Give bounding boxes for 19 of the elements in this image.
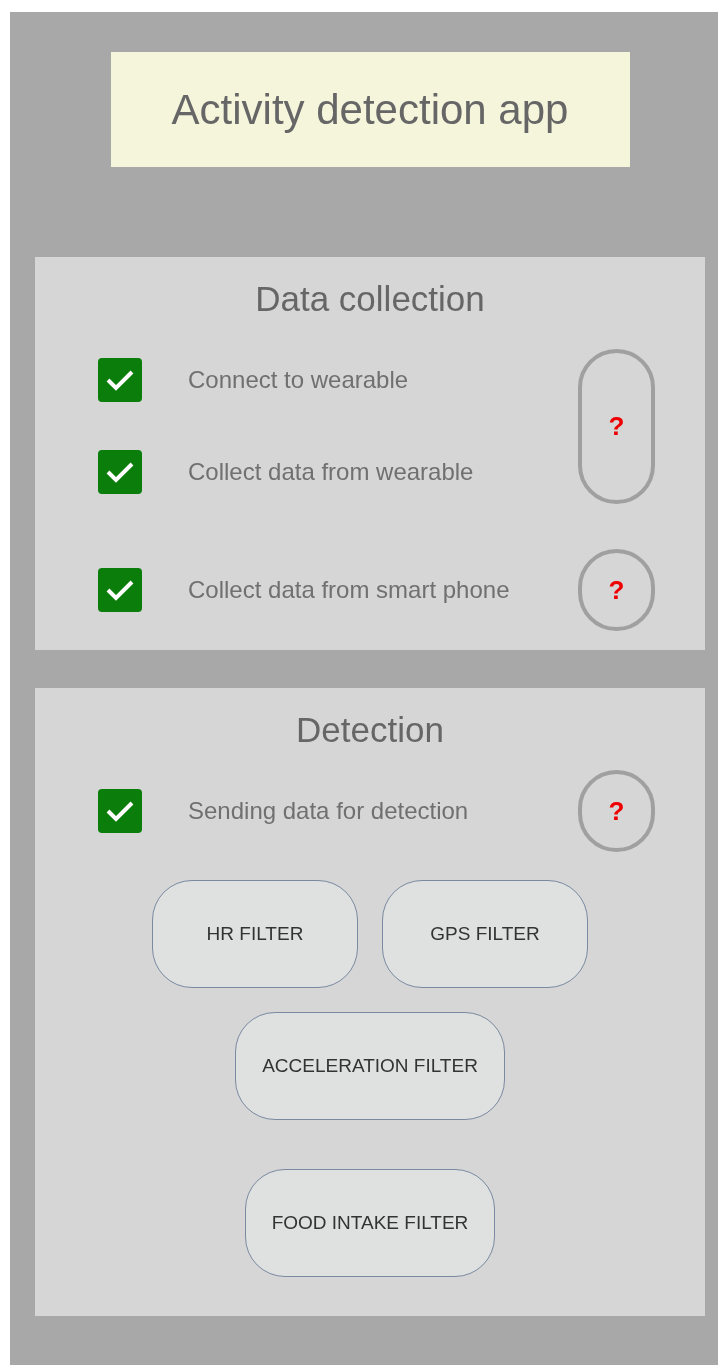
check-icon (105, 578, 135, 602)
check-icon (105, 460, 135, 484)
section-heading: Data collection (254, 278, 486, 320)
filter-button[interactable]: FOOD INTAKE FILTER (244, 1169, 496, 1277)
filter-button[interactable]: ACCELERATION FILTER (235, 1012, 505, 1120)
section-heading: Detection (295, 709, 445, 751)
checkbox-label: Connect to wearable (188, 365, 409, 395)
checkbox[interactable] (98, 789, 142, 833)
checkbox[interactable] (98, 568, 142, 612)
check-icon (105, 368, 135, 392)
app-title: Activity detection app (110, 52, 630, 167)
checkbox-label: Sending data for detection (188, 796, 469, 826)
checkbox-label: Collect data from wearable (188, 457, 474, 487)
checkbox[interactable] (98, 450, 142, 494)
filter-button[interactable]: GPS FILTER (382, 880, 588, 988)
checkbox-label: Collect data from smart phone (188, 575, 510, 605)
filter-button[interactable]: HR FILTER (152, 880, 358, 988)
checkbox[interactable] (98, 358, 142, 402)
check-icon (105, 799, 135, 823)
